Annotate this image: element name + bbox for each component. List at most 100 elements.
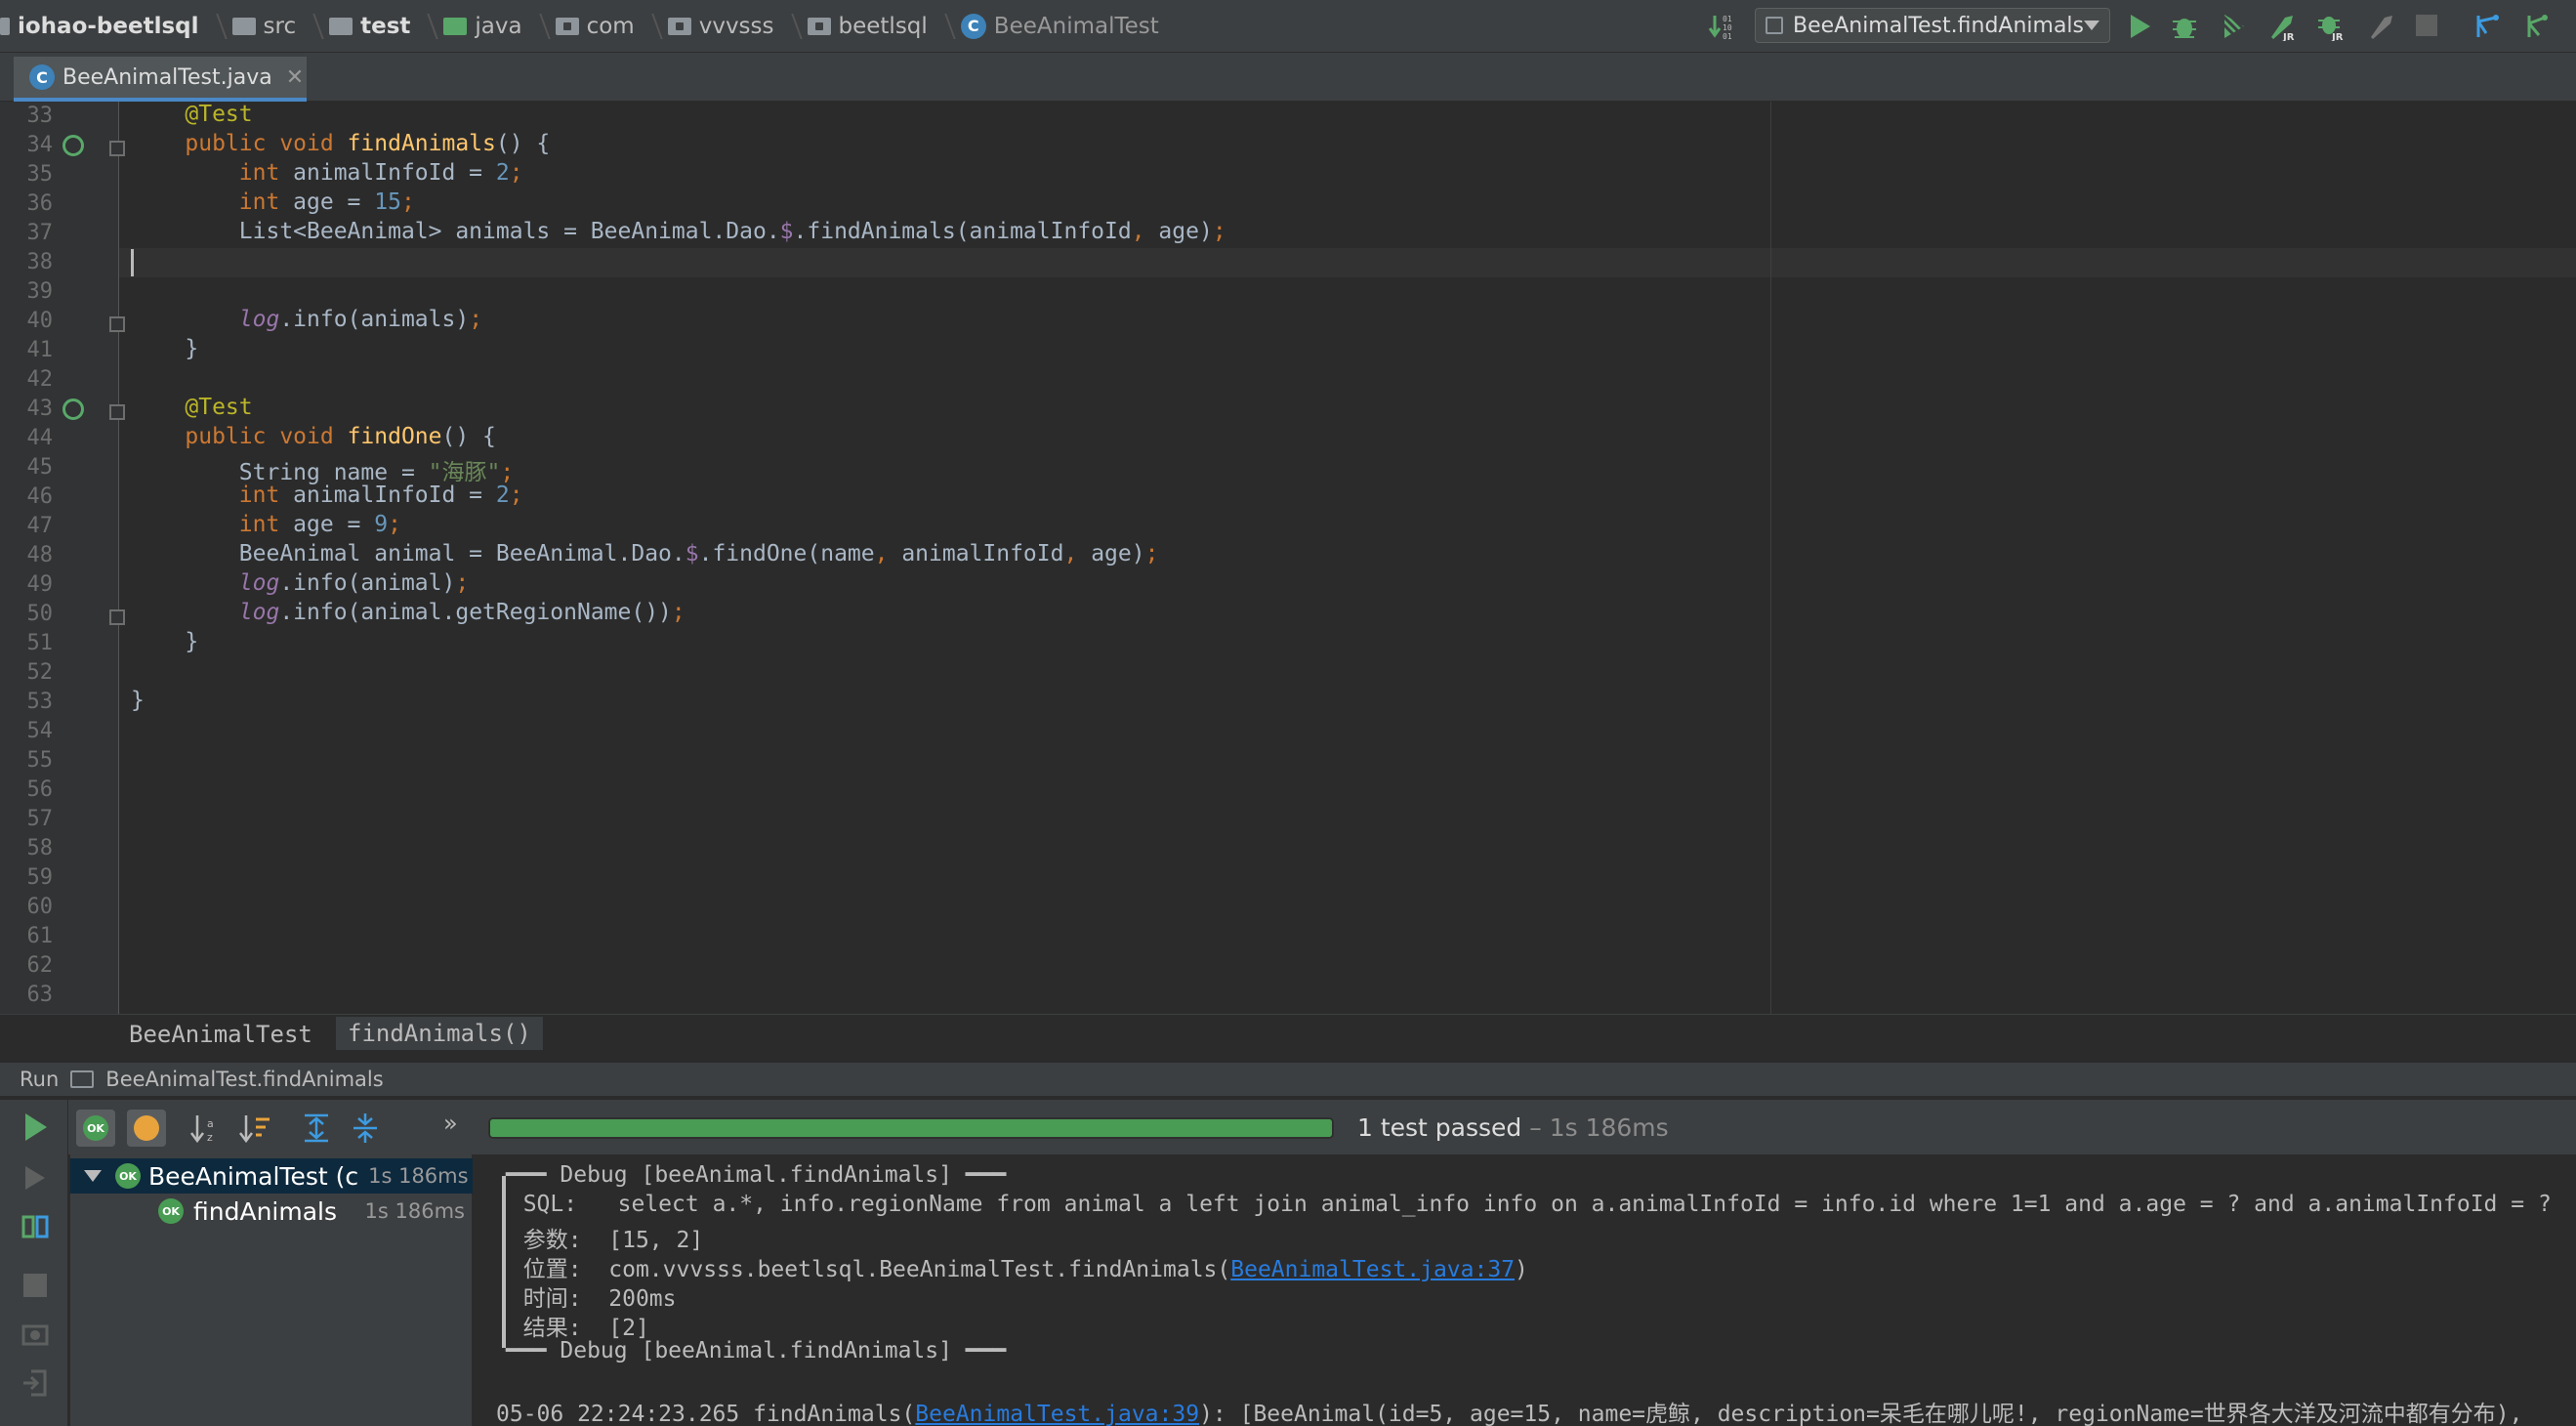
line-number: 53 <box>26 690 54 714</box>
line-number: 55 <box>26 748 54 773</box>
code-line: @Test <box>185 102 253 127</box>
camera-icon[interactable] <box>20 1319 51 1350</box>
sql-value: select a.*, info.regionName from animal … <box>617 1192 2552 1217</box>
svg-text:JR: JR <box>2282 32 2295 41</box>
expand-arrow-icon[interactable] <box>84 1170 102 1182</box>
crumb-beetlsql[interactable]: beetlsql <box>798 0 937 53</box>
console-line: ━━━ Debug [beeAnimal.findAnimals] ━━━ <box>506 1338 1007 1363</box>
code-line: public void findOne() { <box>185 424 496 449</box>
svg-text:JR: JR <box>2331 32 2344 41</box>
ok-icon: OK <box>115 1163 141 1189</box>
console-output[interactable]: ━━━ Debug [beeAnimal.findAnimals] ━━━ SQ… <box>475 1154 2576 1426</box>
sort-icon[interactable]: 01 10 01 <box>1707 12 1736 41</box>
line-number: 41 <box>26 338 54 362</box>
console-line: 位置: com.vvvsss.beetlsql.BeeAnimalTest.fi… <box>496 1250 1528 1283</box>
run-icon[interactable] <box>2125 12 2154 41</box>
crumb-test[interactable]: test <box>319 0 420 53</box>
toggle-auto-test-icon[interactable] <box>20 1211 51 1242</box>
line-number: 45 <box>26 455 54 480</box>
more-icon[interactable]: » <box>443 1110 458 1137</box>
folder-icon <box>329 17 353 35</box>
stop-icon[interactable] <box>23 1274 47 1297</box>
fold-marker-icon[interactable] <box>109 316 125 332</box>
crumb-label: com <box>586 13 635 39</box>
tree-node-method[interactable]: OK findAnimals 1s 186ms <box>158 1194 473 1229</box>
package-icon <box>555 17 579 35</box>
right-margin-guide <box>1770 102 1771 1014</box>
console-line: 05-06 22:24:23.265 findAnimals(BeeAnimal… <box>496 1395 2522 1426</box>
line-number: 34 <box>26 133 54 157</box>
code-editor[interactable]: 33 34 35 36 37 38 39 40 41 42 43 44 45 46 47 48 49 50 51 52… <box>0 102 2576 1014</box>
collapse-all-icon[interactable] <box>346 1110 385 1147</box>
show-passed-toggle[interactable]: OK <box>76 1110 115 1147</box>
rerun-failed-icon[interactable] <box>20 1162 51 1194</box>
run-config-selector[interactable]: BeeAnimalTest.findAnimals <box>1755 8 2110 43</box>
ignored-icon <box>134 1115 159 1141</box>
expand-all-icon[interactable] <box>297 1110 336 1147</box>
breadcrumb-separator <box>532 0 546 53</box>
crumb-class[interactable]: C BeeAnimalTest <box>951 0 1169 53</box>
debug-icon[interactable] <box>2170 12 2199 41</box>
fold-marker-icon[interactable] <box>109 404 125 420</box>
sort-alpha-icon[interactable]: a z <box>187 1110 227 1147</box>
stop-icon[interactable] <box>2416 15 2437 36</box>
breadcrumb-class[interactable]: BeeAnimalTest <box>129 1021 312 1048</box>
tree-node-label: findAnimals <box>193 1196 337 1226</box>
svg-text:a: a <box>207 1117 214 1130</box>
test-progress-fill <box>490 1119 1332 1137</box>
code-line: @Test <box>185 395 253 420</box>
jrebel-debug-icon[interactable]: JR <box>2316 12 2346 41</box>
run-config-label: BeeAnimalTest.findAnimals <box>1793 13 2084 38</box>
run-test-gutter-icon[interactable] <box>62 135 84 156</box>
crumb-java[interactable]: java <box>434 0 531 53</box>
source-link[interactable]: BeeAnimalTest.java:39 <box>915 1402 1199 1426</box>
tab-beeanimaltest-java[interactable]: C BeeAnimalTest.java ✕ <box>14 57 307 102</box>
location-end: ) <box>1515 1257 1528 1282</box>
crumb-com[interactable]: com <box>546 0 644 53</box>
code-line: } <box>131 629 199 654</box>
crumb-src[interactable]: src <box>223 0 307 53</box>
exit-icon[interactable] <box>20 1367 51 1399</box>
coverage-icon[interactable] <box>2219 12 2248 41</box>
svg-text:01: 01 <box>1723 15 1732 23</box>
line-number: 38 <box>26 250 54 274</box>
run-test-gutter-icon[interactable] <box>62 398 84 420</box>
run-side-toolbar <box>0 1100 68 1426</box>
text-caret <box>131 249 134 276</box>
line-number: 54 <box>26 719 54 743</box>
debug-footer: Debug [beeAnimal.findAnimals] ━━━ <box>560 1338 1007 1363</box>
tree-node-class[interactable]: OK BeeAnimalTest (c 1s 186ms <box>84 1158 469 1194</box>
line-number: 51 <box>26 631 54 655</box>
fold-marker-icon[interactable] <box>109 609 125 625</box>
line-number: 58 <box>26 836 54 860</box>
package-icon <box>807 17 831 35</box>
show-ignored-toggle[interactable] <box>127 1110 166 1147</box>
svg-text:01: 01 <box>1723 32 1732 41</box>
source-link[interactable]: BeeAnimalTest.java:37 <box>1230 1257 1515 1282</box>
sort-duration-icon[interactable] <box>236 1110 275 1147</box>
class-icon: C <box>960 13 986 39</box>
crumb-module[interactable]: iohao-beetlsql <box>0 0 209 53</box>
crumb-label: beetlsql <box>838 13 928 39</box>
fold-marker-icon[interactable] <box>109 141 125 156</box>
ok-icon: OK <box>158 1198 184 1224</box>
test-status-text: 1 test passed <box>1357 1113 1522 1142</box>
rerun-icon[interactable] <box>25 1113 47 1141</box>
line-number: 35 <box>26 162 54 187</box>
console-line: ━━━ Debug [beeAnimal.findAnimals] ━━━ <box>506 1162 1007 1188</box>
line-number: 46 <box>26 484 54 509</box>
code-line: int animalInfoId = 2; <box>238 160 523 186</box>
breadcrumb: iohao-beetlsql src test java com vvvsss <box>0 0 1169 53</box>
profile-icon[interactable] <box>2367 12 2396 41</box>
crumb-vvvsss[interactable]: vvvsss <box>658 0 784 53</box>
jrebel-run-icon[interactable]: JR <box>2267 12 2297 41</box>
vcs-commit-icon[interactable] <box>2523 12 2553 41</box>
breadcrumb-method[interactable]: findAnimals() <box>336 1017 543 1050</box>
breadcrumb-separator <box>784 0 798 53</box>
console-line: 参数: [15, 2] <box>496 1221 704 1254</box>
line-number: 52 <box>26 660 54 685</box>
vcs-update-icon[interactable] <box>2472 12 2502 41</box>
close-icon[interactable]: ✕ <box>286 65 304 90</box>
code-line: int age = 9; <box>238 512 401 537</box>
crumb-label: src <box>263 13 297 39</box>
